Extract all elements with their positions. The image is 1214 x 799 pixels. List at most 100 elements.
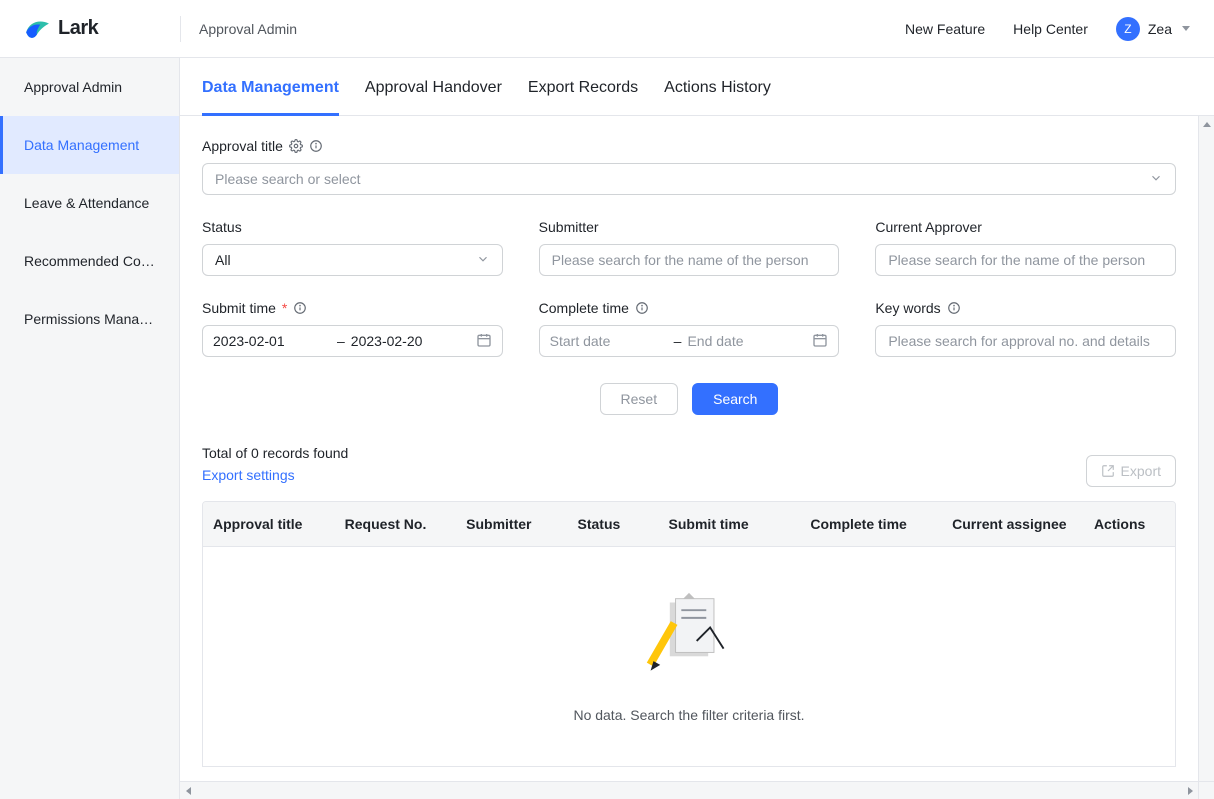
tab-approval-handover[interactable]: Approval Handover — [365, 79, 502, 116]
info-icon[interactable] — [309, 139, 323, 153]
user-menu[interactable]: Z Zea — [1116, 17, 1190, 41]
sidebar-item-label: Permissions Manage... — [24, 311, 155, 327]
sidebar-item-permissions-manage[interactable]: Permissions Manage... — [0, 290, 179, 348]
daterange-submit-time[interactable]: – — [202, 325, 503, 357]
label-submitter: Submitter — [539, 219, 840, 235]
results-total: Total of 0 records found — [202, 445, 348, 461]
th-status[interactable]: Status — [568, 516, 659, 532]
chevron-down-icon — [1149, 171, 1163, 188]
chevron-down-icon — [1182, 26, 1190, 31]
link-export-settings[interactable]: Export settings — [202, 467, 348, 483]
label-text: Submit time — [202, 300, 276, 316]
complete-time-start[interactable] — [550, 333, 650, 349]
select-placeholder: Please search or select — [215, 171, 361, 187]
empty-state: No data. Search the filter criteria firs… — [202, 547, 1176, 767]
tab-export-records[interactable]: Export Records — [528, 79, 638, 116]
select-status[interactable]: All — [202, 244, 503, 276]
range-separator: – — [674, 333, 682, 349]
label-text: Key words — [875, 300, 940, 316]
filter-buttons: Reset Search — [202, 383, 1176, 415]
label-complete-time: Complete time — [539, 300, 840, 316]
submit-time-end[interactable] — [351, 333, 451, 349]
sidebar: Approval Admin Data Management Leave & A… — [0, 58, 180, 799]
th-submitter[interactable]: Submitter — [456, 516, 567, 532]
th-submit-time[interactable]: Submit time — [659, 516, 801, 532]
daterange-complete-time[interactable]: – — [539, 325, 840, 357]
avatar: Z — [1116, 17, 1140, 41]
label-status: Status — [202, 219, 503, 235]
user-name: Zea — [1148, 21, 1172, 37]
scrollbar-corner — [1198, 781, 1214, 799]
th-actions[interactable]: Actions — [1084, 516, 1175, 532]
reset-button[interactable]: Reset — [600, 383, 679, 415]
content: Approval title Please search or select — [180, 116, 1214, 799]
logo[interactable]: Lark — [24, 16, 180, 42]
th-complete-time[interactable]: Complete time — [800, 516, 942, 532]
search-button[interactable]: Search — [692, 383, 778, 415]
required-marker: * — [282, 300, 287, 316]
sidebar-item-recommended-config[interactable]: Recommended Confi... — [0, 232, 179, 290]
info-icon[interactable] — [947, 301, 961, 315]
scroll-left-icon — [180, 782, 196, 799]
field-current-approver: Current Approver — [875, 219, 1176, 276]
results-header: Total of 0 records found Export settings… — [202, 445, 1176, 487]
calendar-icon — [812, 332, 828, 351]
lark-logo-icon — [24, 16, 50, 42]
empty-illustration-icon — [641, 591, 737, 687]
label-text: Complete time — [539, 300, 629, 316]
calendar-icon — [476, 332, 492, 351]
main: Data Management Approval Handover Export… — [180, 58, 1214, 799]
tab-actions-history[interactable]: Actions History — [664, 79, 771, 116]
field-status: Status All — [202, 219, 503, 276]
link-help-center[interactable]: Help Center — [1013, 21, 1088, 37]
input-key-words[interactable] — [875, 325, 1176, 357]
chevron-down-icon — [476, 252, 490, 269]
sidebar-item-label: Approval Admin — [24, 79, 122, 95]
tabs: Data Management Approval Handover Export… — [180, 58, 1214, 116]
sidebar-item-data-management[interactable]: Data Management — [0, 116, 179, 174]
export-button[interactable]: Export — [1086, 455, 1176, 487]
vertical-scrollbar[interactable] — [1198, 116, 1214, 781]
scroll-right-icon — [1182, 782, 1198, 799]
field-submit-time: Submit time * – — [202, 300, 503, 357]
field-complete-time: Complete time – — [539, 300, 840, 357]
input-current-approver[interactable] — [875, 244, 1176, 276]
logo-text: Lark — [58, 17, 98, 40]
table-header: Approval title Request No. Submitter Sta… — [203, 502, 1175, 546]
label-key-words: Key words — [875, 300, 1176, 316]
export-label: Export — [1121, 463, 1161, 479]
label-approval-title: Approval title — [202, 138, 1176, 154]
label-current-approver: Current Approver — [875, 219, 1176, 235]
input-submitter[interactable] — [539, 244, 840, 276]
th-request-no[interactable]: Request No. — [335, 516, 457, 532]
topbar-title: Approval Admin — [199, 21, 297, 37]
gear-icon[interactable] — [289, 139, 303, 153]
complete-time-end[interactable] — [687, 333, 787, 349]
link-new-feature[interactable]: New Feature — [905, 21, 985, 37]
tab-data-management[interactable]: Data Management — [202, 79, 339, 116]
label-text: Approval title — [202, 138, 283, 154]
scroll-up-icon — [1199, 116, 1214, 132]
info-icon[interactable] — [293, 301, 307, 315]
results-table: Approval title Request No. Submitter Sta… — [202, 501, 1176, 547]
horizontal-scrollbar[interactable] — [180, 781, 1198, 799]
sidebar-item-approval-admin[interactable]: Approval Admin — [0, 58, 179, 116]
sidebar-item-label: Data Management — [24, 137, 139, 153]
select-approval-title[interactable]: Please search or select — [202, 163, 1176, 195]
label-submit-time: Submit time * — [202, 300, 503, 316]
sidebar-item-label: Leave & Attendance — [24, 195, 149, 211]
field-submitter: Submitter — [539, 219, 840, 276]
field-key-words: Key words — [875, 300, 1176, 357]
sidebar-item-label: Recommended Confi... — [24, 253, 155, 269]
empty-text: No data. Search the filter criteria firs… — [573, 707, 804, 723]
select-value: All — [215, 252, 231, 268]
th-approval-title[interactable]: Approval title — [203, 516, 335, 532]
info-icon[interactable] — [635, 301, 649, 315]
divider — [180, 16, 181, 42]
sidebar-item-leave-attendance[interactable]: Leave & Attendance — [0, 174, 179, 232]
submit-time-start[interactable] — [213, 333, 313, 349]
range-separator: – — [337, 333, 345, 349]
topbar: Lark Approval Admin New Feature Help Cen… — [0, 0, 1214, 58]
export-icon — [1101, 464, 1115, 478]
th-current-assignee[interactable]: Current assignee — [942, 516, 1084, 532]
